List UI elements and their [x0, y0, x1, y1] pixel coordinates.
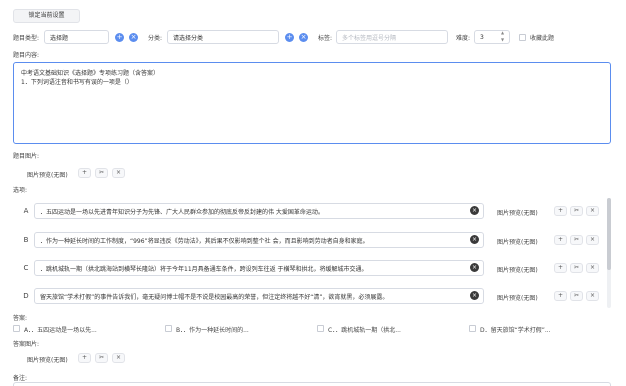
answer-image-remove-button[interactable]: ×: [112, 353, 125, 363]
option-image-crop-button[interactable]: ✂: [570, 263, 583, 273]
type-select[interactable]: 选择题: [44, 30, 109, 44]
question-image-add-button[interactable]: +: [78, 168, 91, 178]
favorite-label: 收藏此题: [530, 35, 555, 42]
options-scrollbar[interactable]: [607, 198, 611, 308]
option-letter: A: [23, 207, 29, 215]
remove-category-button[interactable]: ×: [299, 33, 308, 42]
answer-choice-c: C．．跳机城轨一期（拱北...: [328, 327, 401, 334]
option-letter: D: [23, 292, 29, 300]
options-scrollbar-thumb[interactable]: [607, 198, 611, 270]
add-type-button[interactable]: +: [115, 33, 124, 42]
options-label: 选项:: [13, 187, 28, 194]
option-image-preview: 图片预览(无图): [497, 239, 538, 246]
option-image-crop-button[interactable]: ✂: [570, 291, 583, 301]
chevron-up-icon[interactable]: ▲: [501, 30, 504, 35]
clear-icon[interactable]: ×: [470, 291, 479, 300]
notes-textarea-top[interactable]: [13, 382, 611, 386]
answer-choice-a: A．．五四运动是一场以先...: [24, 327, 97, 334]
tags-label: 标签:: [318, 35, 333, 42]
option-image-add-button[interactable]: +: [554, 206, 567, 216]
add-category-button[interactable]: +: [285, 33, 294, 42]
option-image-preview: 图片预览(无图): [497, 295, 538, 302]
content-line-1: 中考语文基础知识《选择题》专项练习题（含答案）: [21, 70, 160, 77]
question-image-preview: 图片预览(无图): [27, 172, 68, 179]
answer-checkbox-a[interactable]: [13, 325, 20, 332]
option-row: A ．五四运动是一场以先进青年知识分子为先锋、广大人民群众参加的彻底反帝反封建的…: [0, 203, 626, 219]
content-textarea[interactable]: 中考语文基础知识《选择题》专项练习题（含答案） 1．下列词语注音和书写有误的一项…: [13, 62, 611, 144]
answer-image-label: 答案图片:: [13, 341, 40, 348]
option-image-remove-button[interactable]: ×: [586, 206, 599, 216]
option-image-add-button[interactable]: +: [554, 263, 567, 273]
answer-label: 答案:: [13, 315, 28, 322]
option-text-input[interactable]: 留天旅馆“学术打假”的事件告诉我们，毫无疑问博士帽不是不说是校园最高的荣誉，但注…: [34, 288, 484, 304]
answer-image-crop-button[interactable]: ✂: [95, 353, 108, 363]
answer-choice-d: D．留天旅馆“学术打假”...: [480, 327, 551, 334]
answer-image-add-button[interactable]: +: [78, 353, 91, 363]
option-letter: C: [23, 264, 29, 272]
answer-checkbox-b[interactable]: [165, 325, 172, 332]
question-image-label: 题目图片:: [13, 153, 40, 160]
option-row: C ．跳机城轨一期（拱北跳海站到横琴长隆站）将于今年11月具备通车条件，跨设列车…: [0, 260, 626, 276]
content-label: 题目内容:: [13, 52, 40, 59]
option-text-input[interactable]: ．作为一种延长时间的工作制度，“996”将显违反《劳动法》，其后果不仅影响到整个…: [34, 232, 484, 248]
notes-label: 备注:: [13, 375, 28, 382]
option-image-remove-button[interactable]: ×: [586, 291, 599, 301]
category-label: 分类:: [148, 35, 163, 42]
option-image-add-button[interactable]: +: [554, 291, 567, 301]
option-image-add-button[interactable]: +: [554, 235, 567, 245]
favorite-checkbox[interactable]: [519, 34, 526, 41]
type-label: 题目类型:: [13, 35, 40, 42]
content-line-2: 1．下列词语注音和书写有误的一项是（）: [21, 79, 133, 86]
option-image-remove-button[interactable]: ×: [586, 263, 599, 273]
answer-checkbox-c[interactable]: [317, 325, 324, 332]
option-row: D 留天旅馆“学术打假”的事件告诉我们，毫无疑问博士帽不是不说是校园最高的荣誉，…: [0, 288, 626, 304]
answer-checkbox-d[interactable]: [469, 325, 476, 332]
clear-icon[interactable]: ×: [470, 263, 479, 272]
option-text-input[interactable]: ．跳机城轨一期（拱北跳海站到横琴长隆站）将于今年11月具备通车条件，跨设列车往返…: [34, 260, 484, 276]
option-image-crop-button[interactable]: ✂: [570, 235, 583, 245]
category-select[interactable]: 请选择分类: [167, 30, 279, 44]
lock-settings-button[interactable]: 锁定当前设置: [13, 9, 80, 23]
option-image-preview: 图片预览(无图): [497, 210, 538, 217]
option-image-remove-button[interactable]: ×: [586, 235, 599, 245]
answer-choice-b: B．．作为一种延长时间的...: [176, 327, 249, 334]
answer-image-preview: 图片预览(无图): [27, 357, 68, 364]
chevron-down-icon[interactable]: ▼: [501, 37, 504, 42]
clear-icon[interactable]: ×: [470, 235, 479, 244]
option-image-preview: 图片预览(无图): [497, 267, 538, 274]
difficulty-label: 难度:: [456, 35, 471, 42]
option-row: B ．作为一种延长时间的工作制度，“996”将显违反《劳动法》，其后果不仅影响到…: [0, 232, 626, 248]
difficulty-value: 3: [480, 33, 484, 41]
tags-input[interactable]: 多个标签用逗号分隔: [336, 30, 448, 44]
option-letter: B: [23, 236, 29, 244]
difficulty-stepper[interactable]: 3: [474, 30, 510, 44]
remove-type-button[interactable]: ×: [129, 33, 138, 42]
clear-icon[interactable]: ×: [470, 206, 479, 215]
question-image-remove-button[interactable]: ×: [112, 168, 125, 178]
question-image-crop-button[interactable]: ✂: [95, 168, 108, 178]
option-text-input[interactable]: ．五四运动是一场以先进青年知识分子为先锋、广大人民群众参加的彻底反帝反封建的伟 …: [34, 203, 484, 219]
option-image-crop-button[interactable]: ✂: [570, 206, 583, 216]
